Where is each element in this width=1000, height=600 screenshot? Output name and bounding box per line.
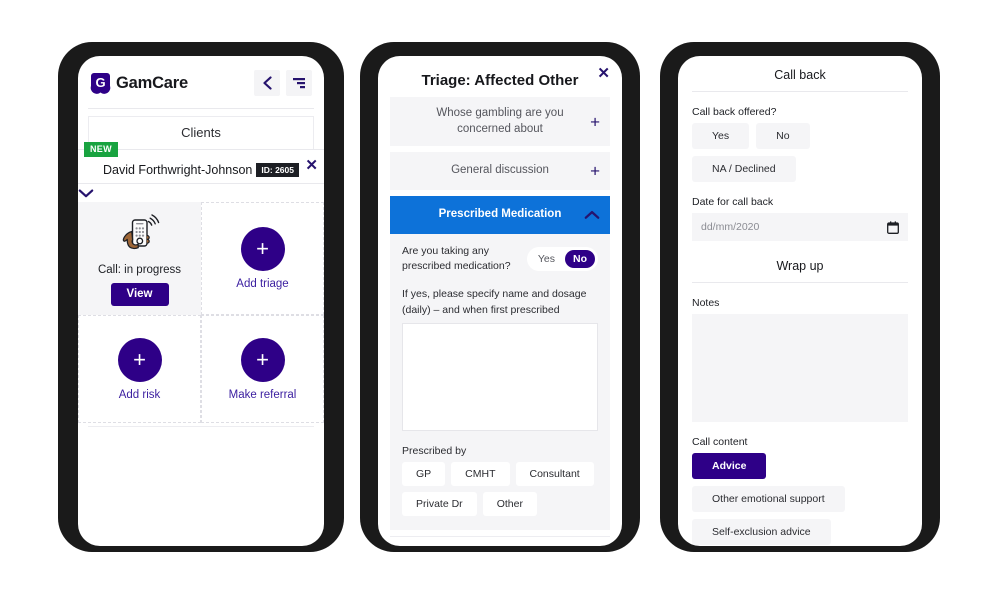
header-actions [254, 70, 312, 96]
tile-label-make-referral: Make referral [228, 388, 297, 401]
chevron-up-icon [584, 210, 600, 220]
phone-screen-clients: G GamCare Clients NEW David Forthwright-… [78, 56, 324, 546]
section-title-call-back: Call back [774, 68, 826, 82]
chip-callback-no[interactable]: No [756, 123, 810, 149]
prescribed-by-chips: GP CMHT Consultant Private Dr Other [402, 461, 598, 516]
tile-add-risk[interactable]: + Add risk [78, 315, 201, 423]
section-rule [692, 91, 908, 92]
call-content-chips: Advice Other emotional support [692, 453, 908, 512]
callback-offered-label: Call back offered? [692, 106, 777, 118]
screenshot-stage: G GamCare Clients NEW David Forthwright-… [0, 0, 1000, 600]
call-content-chips-row2: Self-exclusion advice [692, 519, 908, 545]
tab-clients[interactable]: Clients [88, 116, 314, 149]
footer-divider [390, 535, 610, 537]
chevron-down-icon [78, 189, 324, 198]
chip-private-dr[interactable]: Private Dr [402, 491, 477, 516]
chevron-left-icon [262, 76, 273, 90]
page-title: Triage: Affected Other [421, 72, 579, 89]
plus-circle-icon: + [117, 337, 162, 382]
prescribed-by-label: Prescribed by [402, 444, 467, 457]
prescribed-by-group: Prescribed by GP CMHT Consultant Private… [402, 445, 598, 516]
calendar-icon[interactable] [887, 220, 899, 234]
tile-label-call: Call: in progress [97, 264, 182, 276]
close-icon[interactable]: ✕ [305, 158, 318, 173]
svg-text:G: G [95, 75, 105, 90]
medication-question-row: Are you taking any prescribed medication… [402, 244, 598, 273]
chip-other[interactable]: Other [482, 491, 537, 516]
callback-date-placeholder: dd/mm/2020 [701, 221, 760, 233]
section-title-wrap-up: Wrap up [776, 259, 824, 273]
tile-make-referral[interactable]: + Make referral [201, 315, 324, 423]
back-button[interactable] [254, 70, 280, 96]
plus-circle-icon: + [240, 227, 285, 271]
gamcare-logo-icon: G [90, 72, 111, 94]
filter-menu-button[interactable] [286, 70, 312, 96]
chip-gp[interactable]: GP [402, 461, 446, 486]
accordion-general-discussion[interactable]: General discussion + [390, 152, 610, 191]
phone-frame-triage: ✕ Triage: Affected Other Whose gambling … [360, 42, 640, 552]
medication-details-label: If yes, please specify name and dosage (… [402, 288, 587, 316]
filter-list-icon [292, 77, 306, 89]
accordion-header-expanded[interactable]: Prescribed Medication [390, 196, 610, 235]
tile-label-add-risk: Add risk [118, 388, 161, 401]
triage-header: ✕ Triage: Affected Other [378, 56, 622, 97]
callback-offered-chips: Yes No [692, 123, 908, 149]
tab-clients-label: Clients [181, 125, 221, 140]
client-name: David Forthwright-Johnson [103, 163, 253, 177]
accordion-prescribed-medication: Prescribed Medication Are you taking any… [390, 196, 610, 530]
chip-callback-na-declined[interactable]: NA / Declined [692, 156, 796, 182]
app-header: G GamCare [78, 56, 324, 108]
client-id-chip: ID: 2605 [256, 163, 299, 177]
footer-divider [88, 426, 314, 427]
hand-holding-phone-icon [117, 211, 163, 257]
medication-question-label: Are you taking any prescribed medication… [402, 245, 511, 272]
header-divider [88, 108, 314, 109]
call-content-label: Call content [692, 436, 748, 448]
toggle-option-no[interactable]: No [565, 249, 595, 268]
callback-offered-chips-row2: NA / Declined [692, 156, 908, 182]
chip-consultant[interactable]: Consultant [515, 461, 594, 486]
chip-advice[interactable]: Advice [692, 453, 767, 479]
callback-date-label: Date for call back [692, 196, 774, 208]
notes-label: Notes [692, 297, 720, 309]
phone-frame-clients: G GamCare Clients NEW David Forthwright-… [58, 42, 344, 552]
phone-frame-callback: Call back Call back offered? Yes No NA /… [660, 42, 940, 552]
client-expand-toggle[interactable] [78, 184, 324, 202]
section-rule [692, 282, 908, 283]
brand: G GamCare [90, 72, 188, 94]
client-row[interactable]: NEW David Forthwright-Johnson ID: 2605 ✕ [78, 142, 324, 184]
tile-call-in-progress[interactable]: Call: in progress View [78, 202, 201, 315]
tile-label-add-triage: Add triage [236, 278, 289, 290]
accordion-header[interactable]: Whose gambling are you concerned about + [390, 97, 610, 147]
accordion-label: Prescribed Medication [438, 208, 562, 221]
status-badge-new: NEW [84, 142, 118, 157]
chip-self-exclusion-advice[interactable]: Self-exclusion advice [692, 519, 831, 545]
chip-other-emotional-support[interactable]: Other emotional support [692, 486, 845, 512]
medication-details-textarea[interactable] [402, 322, 598, 431]
chip-callback-yes[interactable]: Yes [692, 123, 750, 149]
yes-no-toggle[interactable]: Yes No [526, 246, 598, 271]
accordion-body: Are you taking any prescribed medication… [390, 234, 610, 530]
notes-textarea[interactable] [692, 314, 908, 422]
action-tiles: Call: in progress View + Add triage + Ad… [78, 202, 324, 423]
chip-cmht[interactable]: CMHT [451, 461, 510, 486]
plus-icon: + [590, 112, 600, 132]
brand-name: GamCare [116, 73, 188, 92]
phone-screen-triage: ✕ Triage: Affected Other Whose gambling … [378, 56, 622, 546]
toggle-option-yes[interactable]: Yes [530, 250, 563, 268]
accordion-header[interactable]: General discussion + [390, 152, 610, 191]
plus-circle-icon: + [240, 337, 285, 382]
accordion-label: General discussion [451, 164, 549, 177]
accordion-whose-gambling[interactable]: Whose gambling are you concerned about + [390, 97, 610, 147]
phone-screen-callback: Call back Call back offered? Yes No NA /… [678, 56, 922, 546]
callback-date-input[interactable]: dd/mm/2020 [692, 213, 908, 241]
tile-add-triage[interactable]: + Add triage [201, 202, 324, 315]
accordion-label: Whose gambling are you concerned about [436, 107, 564, 135]
plus-icon: + [590, 161, 600, 181]
view-button[interactable]: View [110, 283, 169, 306]
close-icon[interactable]: ✕ [597, 66, 610, 81]
